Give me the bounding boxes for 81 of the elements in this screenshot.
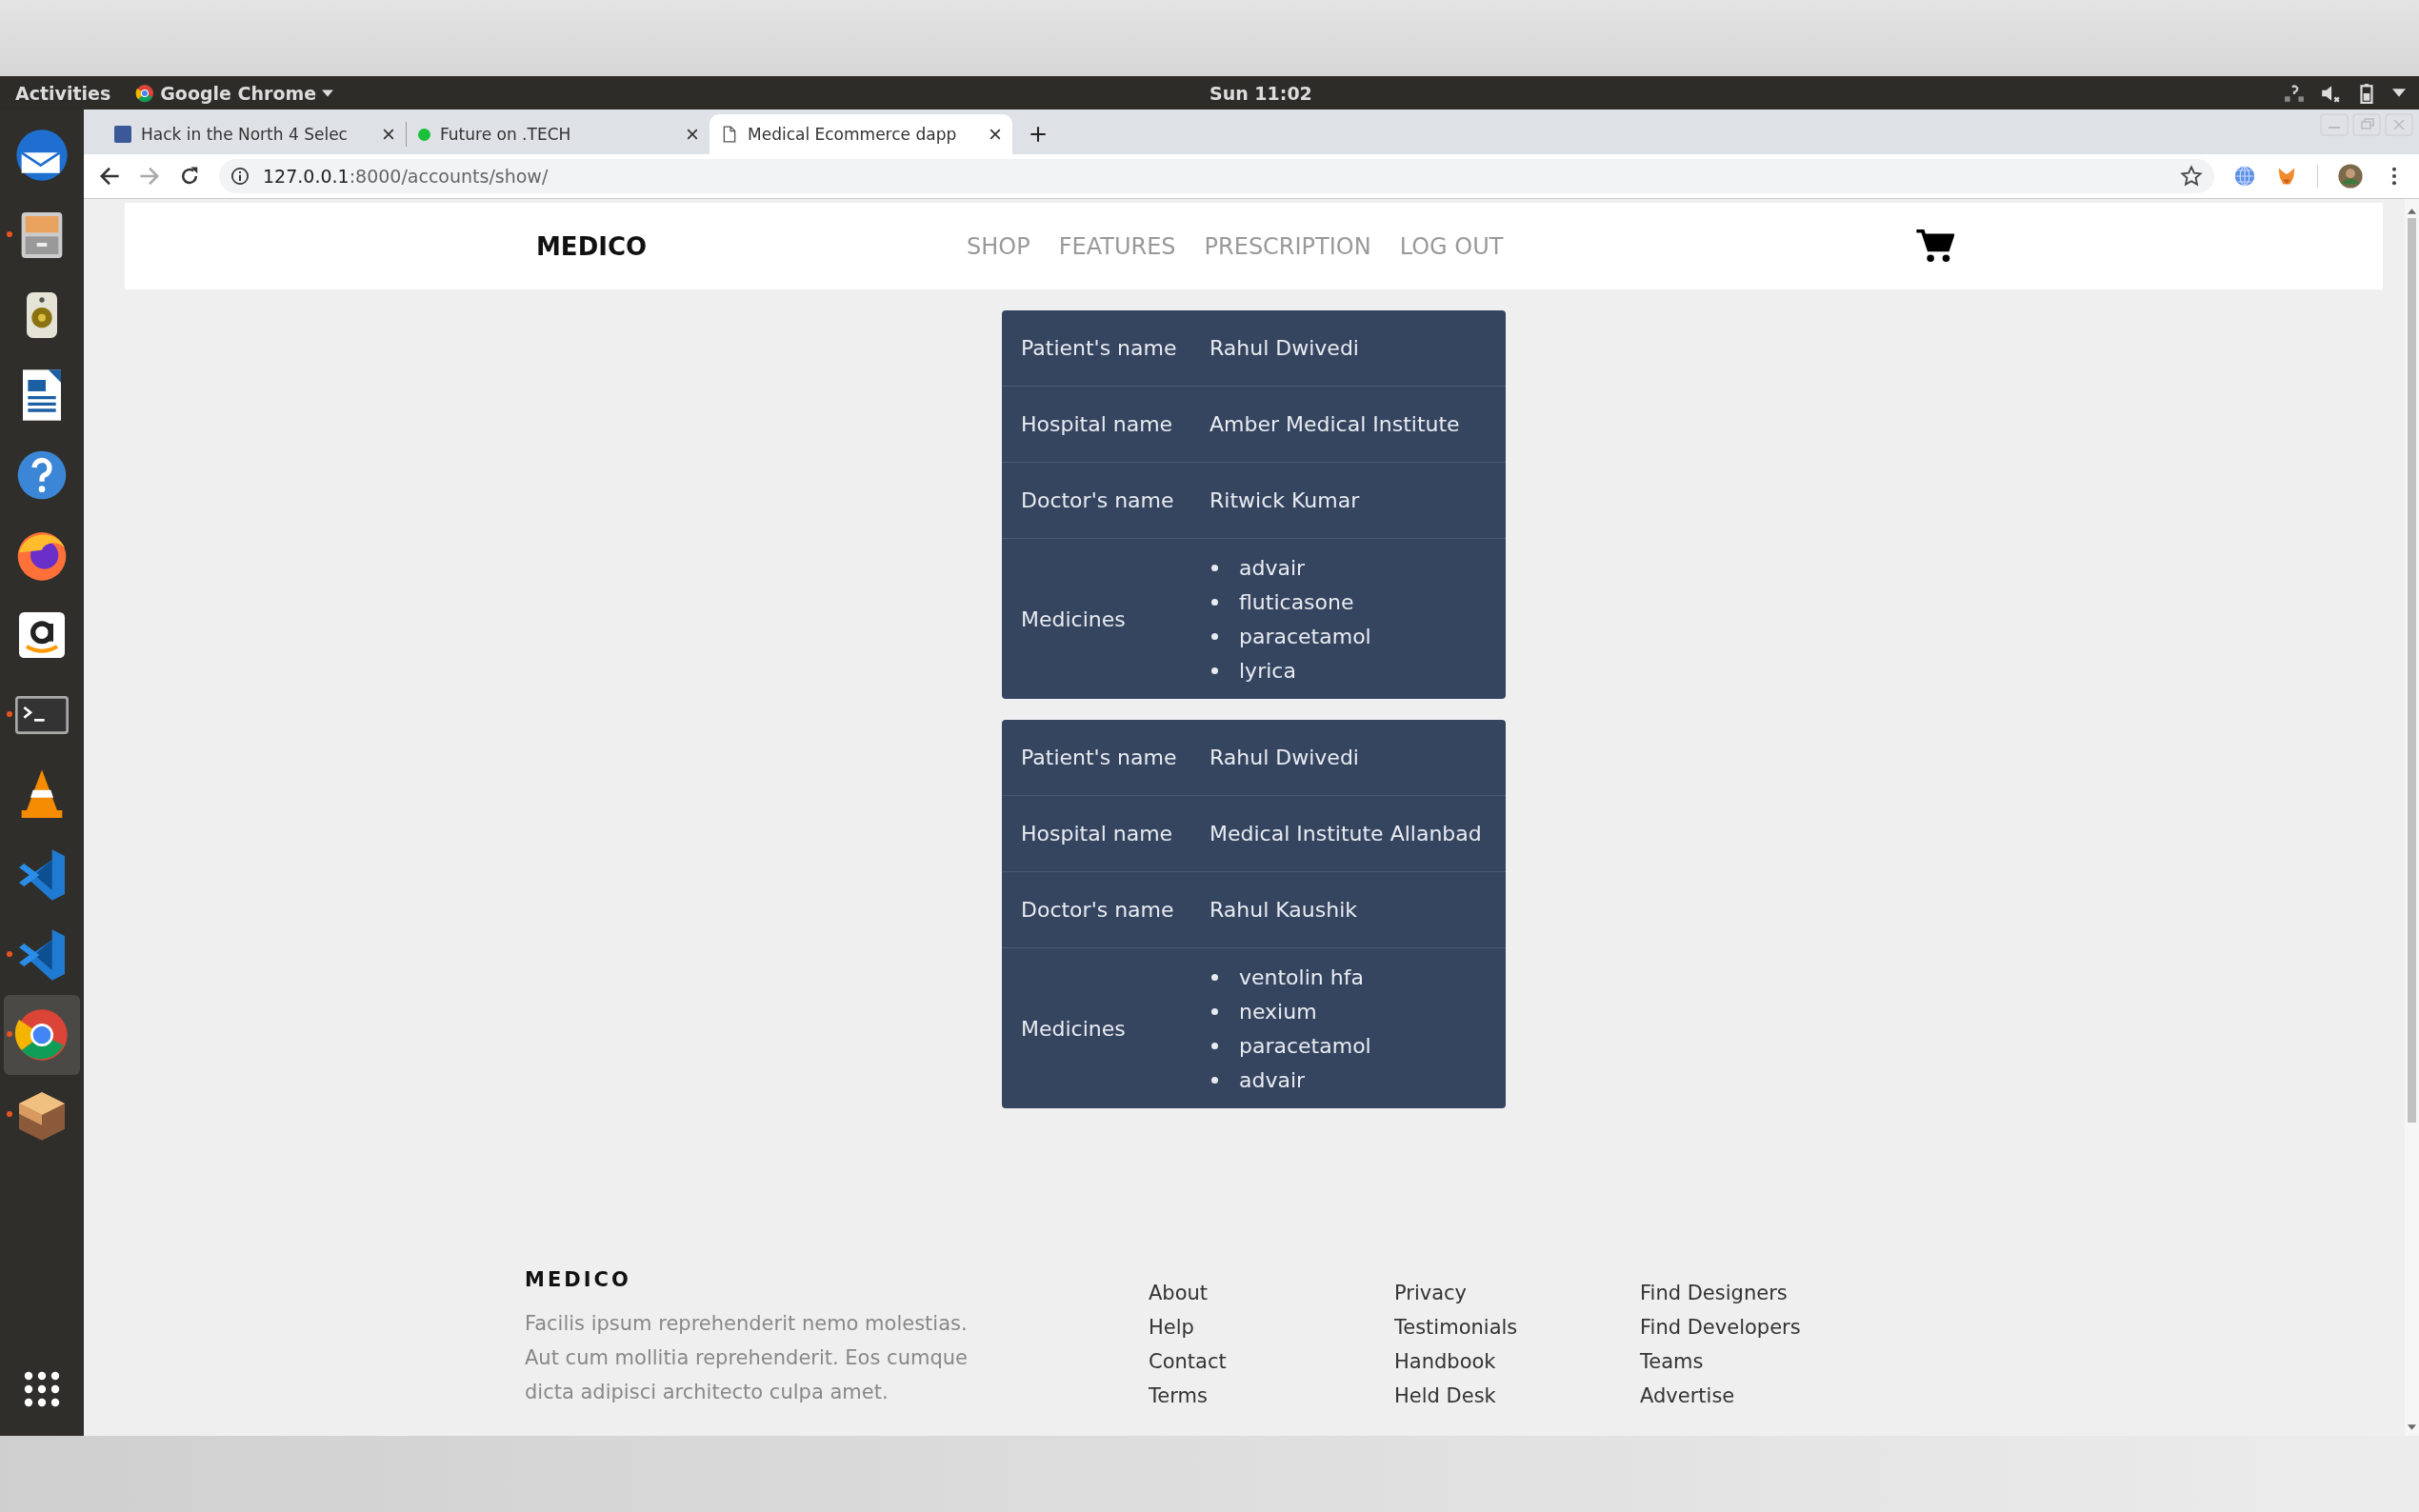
bullet-icon xyxy=(1211,1076,1218,1084)
new-tab-icon[interactable] xyxy=(1030,126,1047,143)
footer-link[interactable]: Privacy xyxy=(1394,1276,1468,1310)
facebook-icon xyxy=(114,126,131,143)
page-icon xyxy=(721,126,738,143)
chrome-icon xyxy=(135,83,155,103)
info-icon xyxy=(230,167,250,186)
field-value: Ritwick Kumar xyxy=(1202,462,1506,539)
globe-icon[interactable] xyxy=(2233,165,2256,188)
medicine-item: ventolin hfa xyxy=(1239,965,1364,989)
bullet-icon xyxy=(1211,598,1218,606)
field-label: Medicines xyxy=(1002,947,1202,1108)
dock-item[interactable] xyxy=(4,995,80,1075)
medicine-item: paracetamol xyxy=(1239,624,1371,648)
footer-link[interactable]: Handbook xyxy=(1394,1344,1496,1379)
field-label: Hospital name xyxy=(1002,386,1202,463)
avatar-icon[interactable] xyxy=(2337,163,2364,189)
field-value: Rahul Kaushik xyxy=(1202,871,1506,948)
browser-tab[interactable]: Hack in the North 4 Selec xyxy=(103,114,406,154)
activities-button[interactable]: Activities xyxy=(15,82,111,104)
field-label: Medicines xyxy=(1002,538,1202,699)
cart-icon[interactable] xyxy=(1916,229,1954,264)
field-value: Rahul Dwivedi xyxy=(1202,310,1506,387)
medicine-item: nexium xyxy=(1239,999,1317,1024)
field-value: Medical Institute Allanbad xyxy=(1202,795,1506,872)
footer-text: Facilis ipsum reprehenderit nemo molestias. Aut cum mollitia reprehenderit. Eos cumque dicta adipisci architecto culpa amet. xyxy=(525,1311,969,1405)
address-bar[interactable]: 127.0.0.1:8000/accounts/show/ xyxy=(219,159,2214,193)
star-icon[interactable] xyxy=(2180,165,2203,188)
bullet-icon xyxy=(1211,632,1218,640)
footer-link[interactable]: Testimonials xyxy=(1394,1310,1518,1344)
close-icon[interactable] xyxy=(990,129,1001,140)
footer-link[interactable]: Advertise xyxy=(1640,1379,1735,1413)
field-label: Hospital name xyxy=(1002,795,1202,872)
running-indicator xyxy=(7,231,12,237)
medicine-item: advair xyxy=(1239,1067,1306,1092)
field-label: Doctor's name xyxy=(1002,871,1202,948)
reload-icon[interactable] xyxy=(179,166,200,187)
dot-icon xyxy=(418,128,430,141)
field-label: Patient's name xyxy=(1002,720,1202,796)
footer-brand: MEDICO xyxy=(525,1268,631,1291)
app-menu[interactable]: Google Chrome xyxy=(135,82,334,104)
footer-link[interactable]: About xyxy=(1149,1276,1209,1310)
bullet-icon xyxy=(1211,1007,1218,1015)
bullet-icon xyxy=(1211,666,1218,674)
scroll-down-icon[interactable] xyxy=(2408,1424,2416,1430)
footer-link[interactable]: Terms xyxy=(1149,1379,1208,1413)
network-icon[interactable] xyxy=(2284,82,2305,104)
field-label: Patient's name xyxy=(1002,310,1202,387)
browser-tab[interactable]: Medical Ecommerce dapp xyxy=(710,114,1012,154)
bullet-icon xyxy=(1211,973,1218,981)
scrollbar[interactable] xyxy=(2405,199,2419,1436)
bullet-icon xyxy=(1211,1042,1218,1049)
footer-link[interactable]: Held Desk xyxy=(1394,1379,1496,1413)
bullet-icon xyxy=(1211,564,1218,571)
caret-icon xyxy=(322,89,334,97)
close-icon[interactable] xyxy=(687,129,698,140)
app-grid-icon[interactable] xyxy=(22,1369,62,1409)
footer-link[interactable]: Find Designers xyxy=(1640,1276,1788,1310)
scroll-up-icon[interactable] xyxy=(2408,209,2416,214)
clock[interactable]: Sun 11:02 xyxy=(1210,82,1312,104)
medicine-item: fluticasone xyxy=(1239,589,1354,614)
browser-tab[interactable]: Future on .TECH xyxy=(407,114,710,154)
field-value: Rahul Dwivedi xyxy=(1202,720,1506,796)
back-icon[interactable] xyxy=(99,166,120,187)
medicine-item: advair xyxy=(1239,555,1306,580)
running-indicator xyxy=(7,1031,12,1037)
scrollbar-thumb[interactable] xyxy=(2408,218,2416,1123)
running-indicator xyxy=(7,1111,12,1117)
running-indicator xyxy=(7,951,12,957)
footer-link[interactable]: Teams xyxy=(1640,1344,1704,1379)
medicine-item: paracetamol xyxy=(1239,1033,1371,1058)
caret-icon[interactable] xyxy=(2392,89,2406,97)
footer-link[interactable]: Help xyxy=(1149,1310,1194,1344)
footer-link[interactable]: Find Developers xyxy=(1640,1310,1801,1344)
running-indicator xyxy=(7,711,12,717)
close-icon[interactable] xyxy=(383,129,394,140)
brand-logo[interactable]: MEDICO xyxy=(536,231,648,261)
field-label: Doctor's name xyxy=(1002,462,1202,539)
footer-link[interactable]: Contact xyxy=(1149,1344,1227,1379)
medicine-item: lyrica xyxy=(1239,658,1296,683)
field-value: Amber Medical Institute xyxy=(1202,386,1506,463)
